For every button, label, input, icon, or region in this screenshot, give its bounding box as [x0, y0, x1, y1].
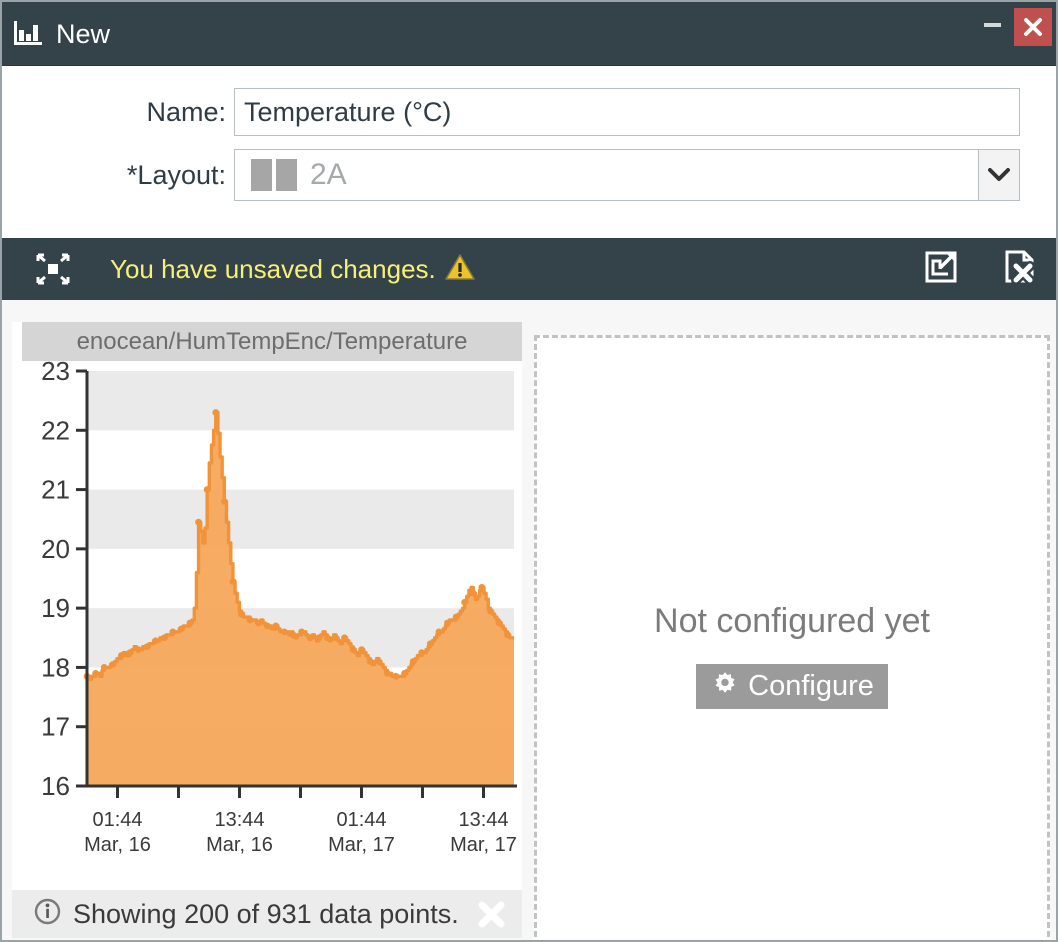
configure-button[interactable]: Configure [696, 664, 888, 709]
close-icon [1024, 18, 1042, 36]
close-icon [478, 901, 505, 928]
export-document-icon[interactable] [924, 250, 958, 289]
minimize-button[interactable] [970, 2, 1014, 48]
unsaved-changes-text: You have unsaved changes. [110, 253, 436, 284]
close-window-button[interactable] [1014, 8, 1052, 46]
title-bar-left: New [14, 2, 110, 66]
dashboard-properties-form: Name: Temperature (°C) *Layout: 2A [2, 66, 1056, 238]
svg-text:Mar, 17: Mar, 17 [328, 834, 395, 856]
svg-text:23: 23 [41, 361, 70, 386]
title-bar: New [2, 2, 1056, 66]
dashboard-content: enocean/HumTempEnc/Temperature 16 17 18 19 2… [2, 300, 1056, 940]
svg-text:16: 16 [41, 771, 70, 801]
expand-arrows-icon[interactable] [36, 253, 70, 285]
toolbar-actions [924, 238, 1036, 300]
svg-text:01:44: 01:44 [92, 809, 142, 831]
svg-text:17: 17 [41, 712, 70, 742]
layout-label: *Layout: [126, 159, 226, 190]
dismiss-status-button[interactable] [475, 898, 508, 936]
bar-chart-icon [14, 21, 44, 47]
layout-select[interactable]: 2A [234, 149, 979, 201]
chart-status-text: Showing 200 of 931 data points. [73, 898, 459, 929]
chevron-down-icon [988, 168, 1010, 181]
svg-text:01:44: 01:44 [336, 809, 386, 831]
svg-text:21: 21 [41, 475, 70, 505]
unconfigured-widget-panel[interactable]: Not configured yet Configure [534, 335, 1050, 940]
svg-text:18: 18 [41, 652, 70, 682]
layout-select-value: 2A [310, 158, 347, 191]
gear-icon [710, 669, 740, 704]
unsaved-changes-banner: You have unsaved changes. [110, 238, 475, 300]
delete-document-icon[interactable] [1002, 250, 1036, 289]
window-controls [970, 2, 1056, 66]
chart-title: enocean/HumTempEnc/Temperature [22, 322, 522, 361]
temperature-area-chart: 16 17 18 19 20 21 22 23 01:44 Mar, 16 13:44 Mar, 16… [41, 361, 517, 856]
new-dashboard-window: New Name: Temperature (°C) *Layout: 2A Y… [0, 0, 1058, 942]
name-field-row: Name: Temperature (°C) [2, 88, 1056, 136]
dashboard-toolbar: You have unsaved changes. [2, 238, 1056, 300]
svg-text:22: 22 [41, 415, 70, 445]
not-configured-message: Not configured yet [654, 602, 930, 640]
name-label: Name: [146, 96, 226, 127]
window-title: New [56, 18, 111, 49]
minimize-icon [983, 23, 1001, 27]
chart-widget: enocean/HumTempEnc/Temperature 16 17 18 19 2… [12, 322, 522, 938]
layout-select-toggle[interactable] [979, 149, 1020, 201]
svg-text:13:44: 13:44 [214, 809, 264, 831]
svg-text:Mar, 16: Mar, 16 [84, 834, 151, 856]
svg-text:Mar, 17: Mar, 17 [450, 834, 517, 856]
layout-field-row: *Layout: 2A [2, 149, 1056, 201]
svg-text:13:44: 13:44 [458, 809, 508, 831]
info-circle-icon [34, 898, 61, 930]
svg-text:20: 20 [41, 534, 70, 564]
chart-status-bar: Showing 200 of 931 data points. [12, 890, 522, 938]
configure-button-label: Configure [748, 670, 874, 702]
two-column-layout-icon [251, 159, 297, 191]
name-input[interactable]: Temperature (°C) [234, 88, 1020, 136]
svg-text:19: 19 [41, 593, 70, 623]
warning-triangle-icon [445, 253, 475, 286]
svg-text:Mar, 16: Mar, 16 [206, 834, 273, 856]
